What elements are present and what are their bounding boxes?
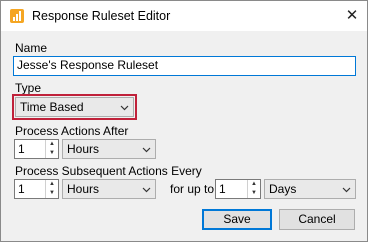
stepper-down-icon[interactable]: ▼ xyxy=(46,149,58,158)
after-unit-select[interactable]: Hours xyxy=(62,139,156,159)
every-count-stepper[interactable]: 1 ▲ ▼ xyxy=(14,179,59,199)
save-button[interactable]: Save xyxy=(202,209,272,230)
stepper-arrows[interactable]: ▲ ▼ xyxy=(45,180,58,198)
type-select[interactable]: Time Based xyxy=(15,97,134,117)
after-count-value: 1 xyxy=(18,142,25,156)
cancel-button[interactable]: Cancel xyxy=(279,209,355,230)
stepper-up-icon[interactable]: ▲ xyxy=(46,140,58,149)
close-icon: ✕ xyxy=(345,7,359,24)
after-label: Process Actions After xyxy=(15,124,129,138)
stepper-arrows[interactable]: ▲ ▼ xyxy=(45,140,58,158)
chevron-down-icon xyxy=(142,187,151,193)
stepper-up-icon[interactable]: ▲ xyxy=(248,180,260,189)
upto-label: for up to xyxy=(170,182,215,196)
stepper-arrows[interactable]: ▲ ▼ xyxy=(247,180,260,198)
upto-unit-value: Days xyxy=(269,182,297,196)
after-count-stepper[interactable]: 1 ▲ ▼ xyxy=(14,139,59,159)
name-input[interactable]: Jesse's Response Ruleset xyxy=(13,56,356,76)
upto-count-value: 1 xyxy=(219,182,226,196)
title-bar: Response Ruleset Editor ✕ xyxy=(1,1,367,31)
close-button[interactable]: ✕ xyxy=(337,1,367,31)
dialog-window: Response Ruleset Editor ✕ Name Jesse's R… xyxy=(0,0,368,242)
every-label: Process Subsequent Actions Every xyxy=(15,164,202,178)
type-label: Type xyxy=(15,81,42,95)
every-unit-value: Hours xyxy=(67,182,100,196)
window-title: Response Ruleset Editor xyxy=(32,9,171,23)
stepper-down-icon[interactable]: ▼ xyxy=(46,189,58,198)
stepper-up-icon[interactable]: ▲ xyxy=(46,180,58,189)
chevron-down-icon xyxy=(142,147,151,153)
stepper-down-icon[interactable]: ▼ xyxy=(248,189,260,198)
after-unit-value: Hours xyxy=(67,142,100,156)
upto-count-stepper[interactable]: 1 ▲ ▼ xyxy=(215,179,261,199)
every-unit-select[interactable]: Hours xyxy=(62,179,156,199)
name-label: Name xyxy=(15,41,48,55)
chevron-down-icon xyxy=(342,187,351,193)
type-select-value: Time Based xyxy=(20,100,84,114)
every-count-value: 1 xyxy=(18,182,25,196)
chevron-down-icon xyxy=(120,105,129,111)
dialog-content: Name Jesse's Response Ruleset Type Time … xyxy=(1,31,367,241)
upto-unit-select[interactable]: Days xyxy=(264,179,356,199)
chart-bars-icon xyxy=(10,9,24,23)
